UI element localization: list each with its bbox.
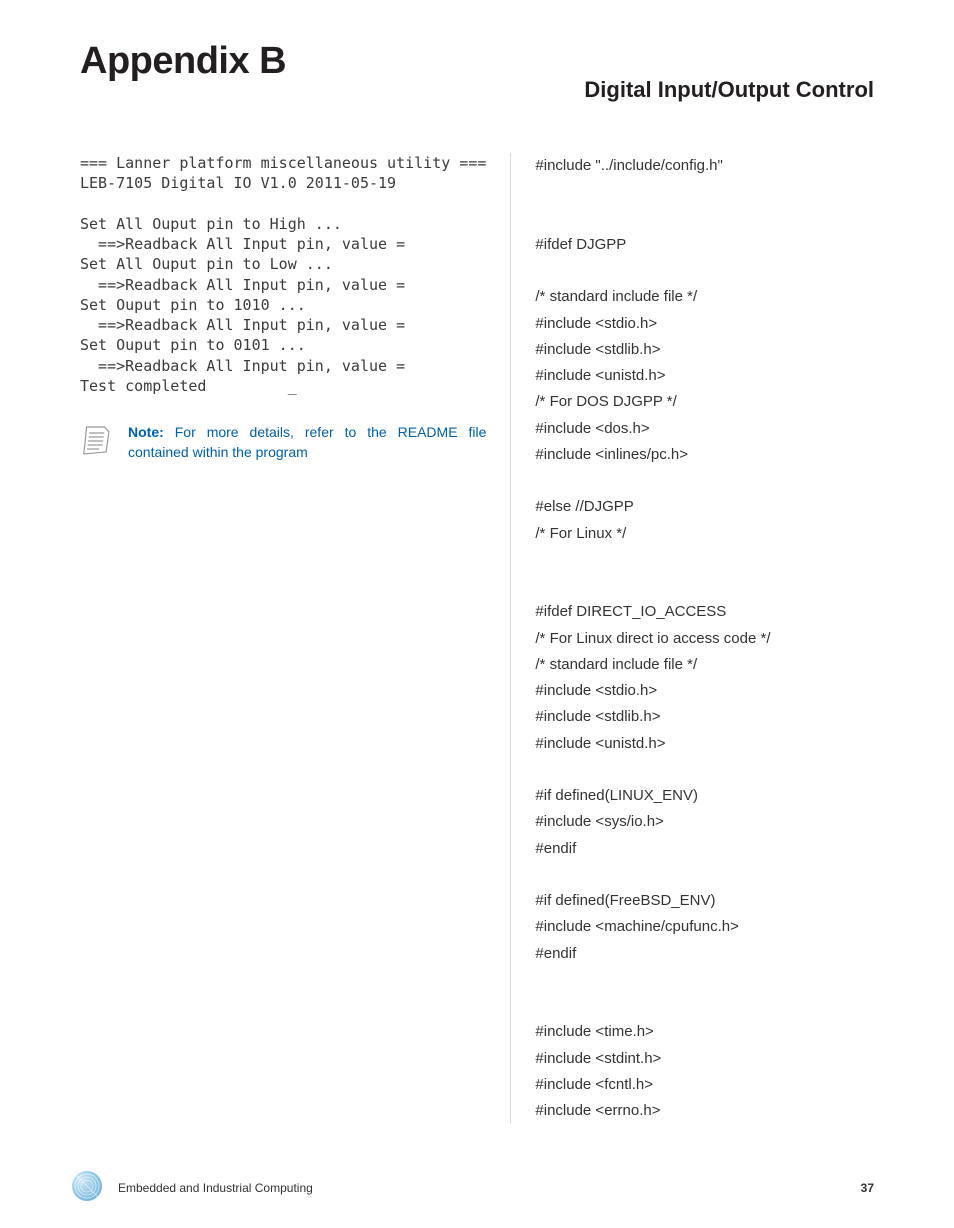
- note-icon: [80, 424, 114, 461]
- note-block: Note: For more details, refer to the REA…: [80, 422, 486, 463]
- page-header: Appendix B Digital Input/Output Control: [80, 40, 874, 103]
- page-number: 37: [861, 1181, 874, 1195]
- note-text: Note: For more details, refer to the REA…: [128, 422, 486, 463]
- note-body: For more details, refer to the README fi…: [128, 424, 486, 460]
- right-column: #include "../include/config.h" #ifdef DJ…: [510, 153, 874, 1124]
- left-column: === Lanner platform miscellaneous utilit…: [80, 153, 486, 1124]
- code-listing: #include "../include/config.h" #ifdef DJ…: [535, 153, 874, 1124]
- terminal-output: === Lanner platform miscellaneous utilit…: [80, 153, 486, 396]
- footer-logo-icon: [70, 1169, 104, 1206]
- footer-text: Embedded and Industrial Computing: [118, 1181, 313, 1195]
- content-columns: === Lanner platform miscellaneous utilit…: [80, 153, 874, 1124]
- page-footer: Embedded and Industrial Computing 37: [0, 1169, 954, 1206]
- note-label: Note:: [128, 424, 164, 440]
